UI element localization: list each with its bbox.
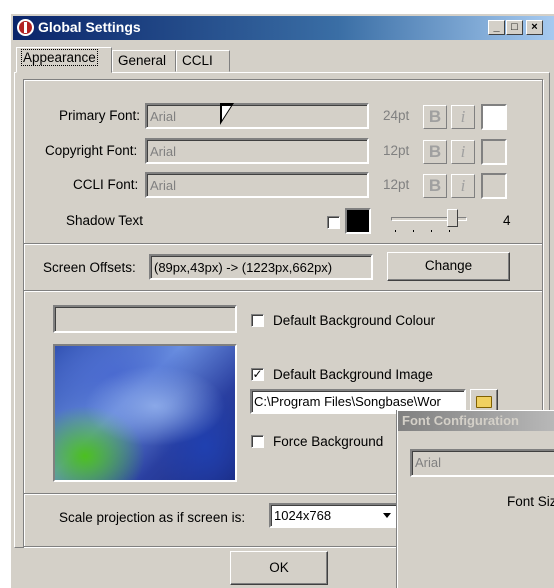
shadow-color-swatch[interactable] <box>345 208 371 234</box>
ccli-font-size: 12pt <box>383 177 410 192</box>
tab-general[interactable]: General <box>112 50 176 72</box>
copyright-italic-button[interactable]: i <box>451 140 475 164</box>
title-bar[interactable]: Global Settings _ □ × <box>13 16 554 40</box>
slider-thumb[interactable] <box>447 209 458 227</box>
primary-font-size: 24pt <box>383 108 410 123</box>
background-colour-preview[interactable] <box>53 305 237 333</box>
mouse-cursor-icon <box>220 103 234 125</box>
copyright-bold-button[interactable]: B <box>423 140 447 164</box>
font-configuration-window: Font Configuration Arial Font Siz <box>397 410 554 588</box>
font-configuration-title[interactable]: Font Configuration <box>398 411 554 431</box>
default-background-colour-label: Default Background Colour <box>273 313 436 328</box>
scale-projection-label: Scale projection as if screen is: <box>59 510 246 525</box>
divider <box>24 243 542 245</box>
maximize-button[interactable]: □ <box>506 20 523 35</box>
app-icon <box>17 19 34 36</box>
ccli-bold-button[interactable]: B <box>423 174 447 198</box>
force-background-checkbox[interactable] <box>251 435 264 448</box>
screen-offsets-field: (89px,43px) -> (1223px,662px) <box>149 254 373 280</box>
primary-font-field[interactable]: Arial <box>145 103 369 129</box>
tab-ccli[interactable]: CCLI <box>176 50 230 72</box>
popup-font-field[interactable]: Arial <box>410 449 554 477</box>
tab-appearance[interactable]: Appearance <box>16 47 112 73</box>
primary-color-swatch[interactable] <box>481 104 507 130</box>
default-background-image-checkbox[interactable]: ✓ <box>251 368 264 381</box>
minimize-button[interactable]: _ <box>488 20 505 35</box>
ccli-italic-button[interactable]: i <box>451 174 475 198</box>
divider <box>24 290 542 292</box>
ccli-font-field[interactable]: Arial <box>145 172 369 198</box>
shadow-slider[interactable] <box>391 207 467 233</box>
ccli-color-swatch[interactable] <box>481 173 507 199</box>
primary-italic-button[interactable]: i <box>451 105 475 129</box>
ok-button[interactable]: OK <box>230 551 328 585</box>
font-size-label: Font Siz <box>507 494 554 509</box>
ccli-font-label: CCLI Font: <box>73 177 139 192</box>
change-button[interactable]: Change <box>387 252 510 281</box>
primary-bold-button[interactable]: B <box>423 105 447 129</box>
shadow-text-label: Shadow Text <box>66 213 144 228</box>
copyright-font-field[interactable]: Arial <box>145 138 369 164</box>
copyright-font-size: 12pt <box>383 143 410 158</box>
window-title: Global Settings <box>38 19 141 35</box>
folder-icon <box>476 396 492 408</box>
shadow-text-checkbox[interactable] <box>327 216 340 229</box>
primary-font-label: Primary Font: <box>59 108 141 123</box>
tab-appearance-label: Appearance <box>21 49 98 66</box>
close-button[interactable]: × <box>526 20 543 35</box>
screen-offsets-label: Screen Offsets: <box>43 260 136 275</box>
chevron-down-icon[interactable] <box>383 513 391 518</box>
copyright-font-label: Copyright Font: <box>45 143 138 158</box>
default-background-colour-checkbox[interactable] <box>251 314 264 327</box>
shadow-value: 4 <box>503 213 511 228</box>
default-background-image-label: Default Background Image <box>273 367 433 382</box>
slider-ticks <box>395 230 467 232</box>
force-background-label: Force Background <box>273 434 384 449</box>
copyright-color-swatch[interactable] <box>481 139 507 165</box>
background-image-preview <box>53 344 237 482</box>
